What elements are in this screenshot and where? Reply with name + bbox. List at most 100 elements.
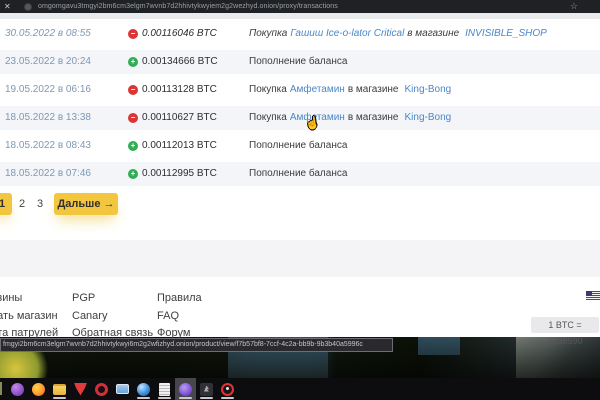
taskbar-icon-recorder[interactable]: [217, 378, 238, 400]
browser-address-bar[interactable]: ✕ omgomgavu3tmgyi2bm6cm3elgm7wvnb7d2hhiv…: [0, 0, 600, 13]
us-flag-icon[interactable]: [586, 291, 600, 300]
transaction-date[interactable]: 19.05.2022 в 06:16: [5, 76, 91, 104]
screenshot-root: ✕ omgomgavu3tmgyi2bm6cm3elgm7wvnb7d2hhiv…: [0, 0, 600, 400]
footer-link-rules[interactable]: Правила: [157, 290, 202, 308]
transaction-date[interactable]: 18.05.2022 в 07:46: [5, 162, 91, 186]
product-link[interactable]: Амфетамин: [290, 84, 345, 95]
purple-blob-icon: [11, 383, 24, 396]
taskbar-icon-tor-browser-active[interactable]: [175, 378, 196, 400]
footer-column-info: PGP Canary Обратная связь: [72, 290, 153, 343]
transaction-date[interactable]: 30.05.2022 в 08:55: [5, 20, 91, 48]
running-indicator: [158, 397, 171, 399]
taskbar-edge-fragment: [0, 382, 2, 395]
store-link[interactable]: INVISIBLE_SHOP: [465, 28, 547, 39]
taskbar-icon-dark-app[interactable]: [196, 378, 217, 400]
wallpaper-flowers: [0, 351, 52, 378]
action-label: Покупка: [249, 84, 287, 95]
photos-icon: [116, 384, 129, 394]
taskbar-icon-purple-blob[interactable]: [7, 378, 28, 400]
hand-cursor-icon: ☝: [304, 115, 321, 131]
running-indicator: [179, 397, 192, 399]
opera-icon: [95, 383, 108, 396]
transaction-row: 18.05.2022 в 07:46 + 0.00112995 BTC Попо…: [0, 160, 600, 188]
close-icon[interactable]: ✕: [4, 1, 11, 12]
store-link[interactable]: King-Bong: [405, 84, 452, 95]
taskbar-icon-notepad[interactable]: [154, 378, 175, 400]
transaction-description: Пополнение баланса: [249, 132, 347, 160]
footer-column-help: Правила FAQ Форум: [157, 290, 202, 343]
debit-icon: −: [128, 85, 138, 95]
transaction-row: 18.05.2022 в 13:38 − 0.00110627 BTC Поку…: [0, 104, 600, 132]
transaction-amount: 0.00116046 BTC: [142, 20, 217, 48]
taskbar-icon-file-explorer[interactable]: [49, 378, 70, 400]
action-label: Покупка: [249, 112, 287, 123]
running-indicator: [137, 397, 150, 399]
store-link[interactable]: King-Bong: [405, 112, 452, 123]
credit-icon: +: [128, 169, 138, 179]
transaction-description: ПокупкаГашиш Ice-o-lator Criticalв магаз…: [249, 20, 550, 48]
product-link[interactable]: Гашиш Ice-o-lator Critical: [290, 28, 404, 39]
flag-canton: [586, 291, 592, 296]
transaction-row: 30.05.2022 в 08:55 − 0.00116046 BTC Поку…: [0, 20, 600, 48]
footer-link-create-shop[interactable]: Создать магазин: [0, 308, 58, 326]
toolbar-strip: [0, 13, 600, 19]
banner-band: [0, 240, 600, 277]
globe-icon: [137, 383, 150, 396]
shield-icon: [74, 383, 87, 396]
debit-icon: −: [128, 113, 138, 123]
transaction-row: 23.05.2022 в 20:24 + 0.00134666 BTC Попо…: [0, 48, 600, 76]
transaction-description: Пополнение баланса: [249, 50, 347, 74]
bookmark-star-icon[interactable]: ☆: [570, 1, 578, 12]
transaction-date[interactable]: 18.05.2022 в 13:38: [5, 106, 91, 130]
running-indicator: [221, 397, 234, 399]
action-label: Пополнение баланса: [249, 168, 347, 179]
btc-rate-badge: 1 BTC = 1338590: [531, 317, 599, 333]
credit-icon: +: [128, 57, 138, 67]
folder-icon: [53, 384, 66, 395]
transaction-amount: 0.00112013 BTC: [142, 132, 217, 160]
page-button-3[interactable]: 3: [35, 193, 45, 215]
transaction-description: Пополнение баланса: [249, 162, 347, 186]
transaction-date[interactable]: 23.05.2022 в 20:24: [5, 50, 91, 74]
link-url-tooltip: fmgyi2bm6cm3elgm7wvnb7d2hhivtykwyi6m2g2w…: [0, 338, 393, 352]
footer-link-pgp[interactable]: PGP: [72, 290, 153, 308]
action-label: Пополнение баланса: [249, 56, 347, 67]
transaction-amount: 0.00110627 BTC: [142, 106, 217, 130]
footer-link-shops[interactable]: Магазины: [0, 290, 58, 308]
footer-link-canary[interactable]: Canary: [72, 308, 153, 326]
running-indicator: [200, 397, 213, 399]
record-ring-icon: [221, 383, 234, 396]
site-info-icon[interactable]: [24, 3, 32, 11]
running-indicator: [53, 397, 66, 399]
transaction-amount: 0.00112995 BTC: [142, 162, 217, 186]
transaction-description: ПокупкаАмфетаминв магазине King-Bong: [249, 76, 454, 104]
taskbar-icon-firefox[interactable]: [28, 378, 49, 400]
tor-onion-icon: [179, 383, 192, 396]
footer-link-faq[interactable]: FAQ: [157, 308, 202, 326]
taskbar-icon-opera[interactable]: [91, 378, 112, 400]
transaction-amount: 0.00113128 BTC: [142, 76, 217, 104]
firefox-icon: [32, 383, 45, 396]
connector-label: в магазине: [348, 112, 399, 123]
notepad-icon: [159, 383, 170, 396]
taskbar-icon-red-shield[interactable]: [70, 378, 91, 400]
connector-label: в магазине: [348, 84, 399, 95]
page-button-1[interactable]: 1: [0, 193, 12, 215]
next-page-button[interactable]: Дальше →: [54, 193, 118, 215]
dark-app-icon: [200, 383, 213, 396]
transaction-description: ПокупкаАмфетаминв магазинеKing-Bong: [249, 106, 454, 130]
transaction-row: 18.05.2022 в 08:43 + 0.00112013 BTC Попо…: [0, 132, 600, 160]
url-text[interactable]: omgomgavu3tmgyi2bm6cm3elgm7wvnb7d2hhivty…: [38, 0, 558, 13]
taskbar-icon-blue-sphere[interactable]: [133, 378, 154, 400]
connector-label: в магазине: [407, 28, 459, 39]
action-label: Покупка: [249, 28, 287, 39]
debit-icon: −: [128, 29, 138, 39]
credit-icon: +: [128, 141, 138, 151]
transaction-amount: 0.00134666 BTC: [142, 50, 218, 74]
transactions-table: 30.05.2022 в 08:55 − 0.00116046 BTC Поку…: [0, 20, 600, 188]
action-label: Пополнение баланса: [249, 140, 347, 151]
page-button-2[interactable]: 2: [17, 193, 27, 215]
footer-column-shops: Магазины Создать магазин Работа патрулей: [0, 290, 58, 343]
transaction-date[interactable]: 18.05.2022 в 08:43: [5, 132, 91, 160]
taskbar-icon-photos[interactable]: [112, 378, 133, 400]
